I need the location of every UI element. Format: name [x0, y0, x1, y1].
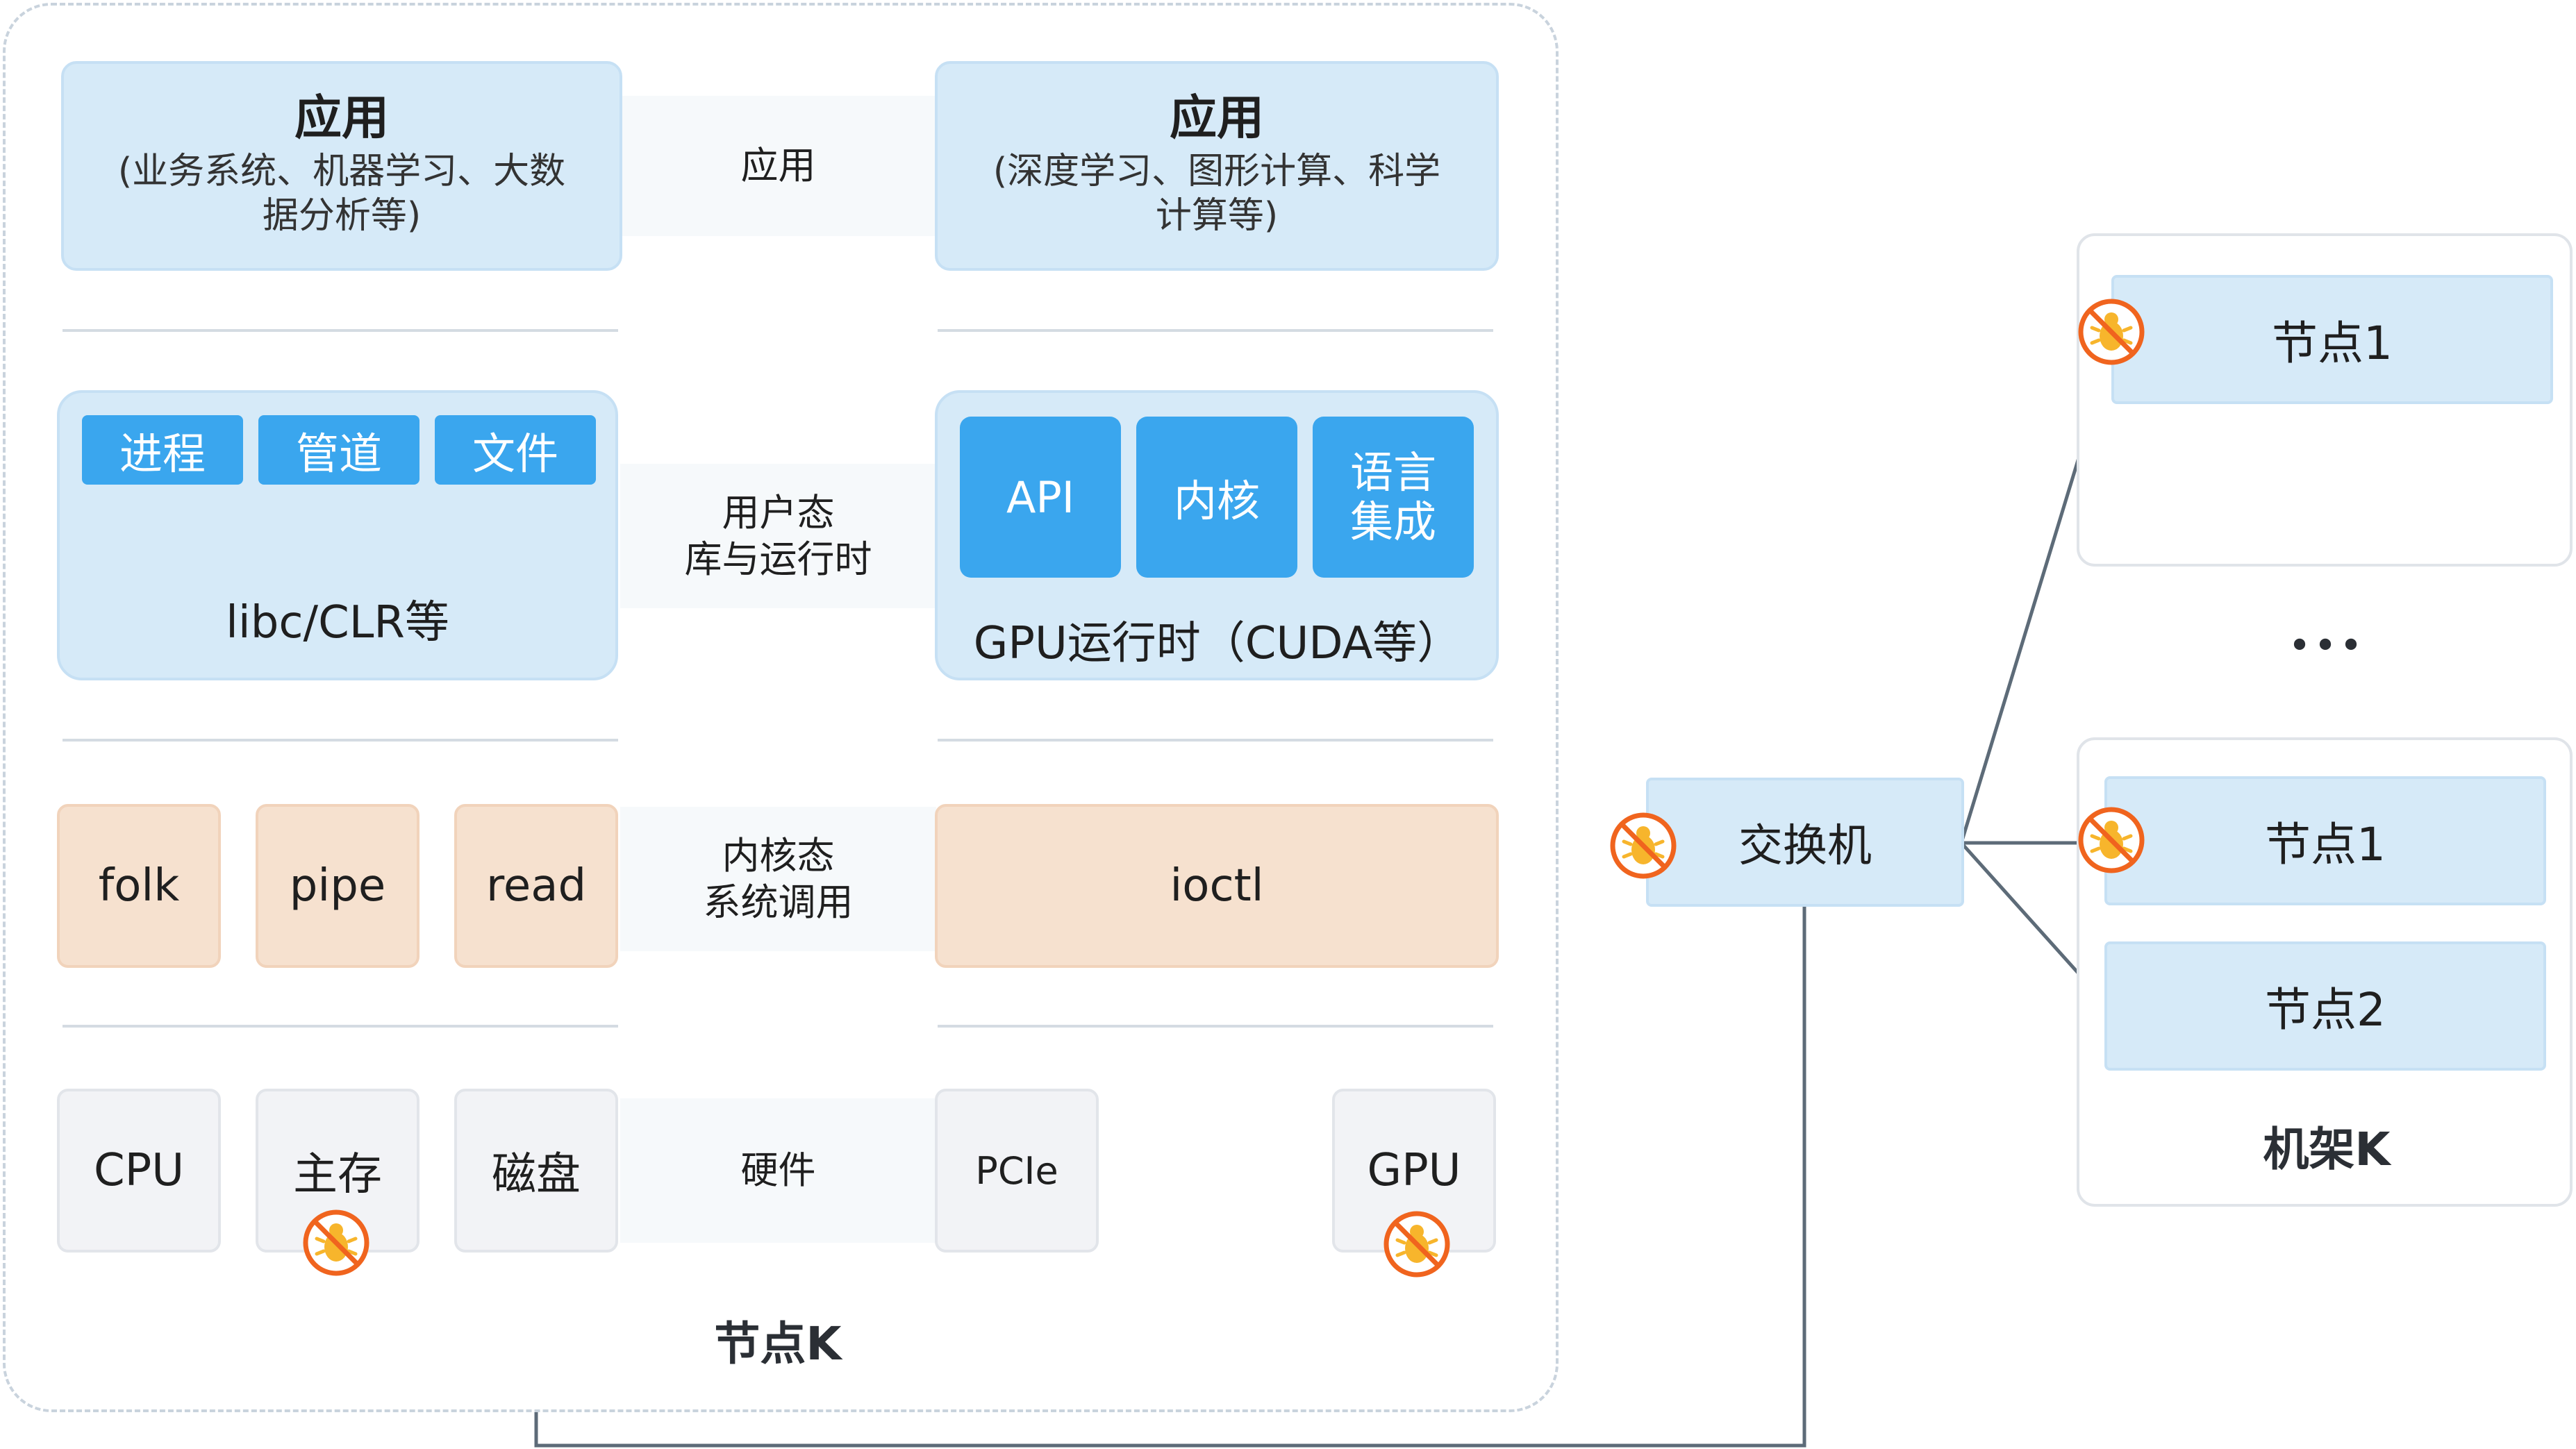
- app-box-gpu-title: 应用: [1169, 90, 1264, 146]
- band-hardware: 硬件: [620, 1098, 936, 1243]
- bug-prohibited-icon: [2078, 299, 2145, 365]
- node-k-caption: 节点K: [714, 1317, 842, 1371]
- rack-node-1: 节点1: [2104, 776, 2546, 905]
- switch-box: 交换机: [1646, 778, 1964, 907]
- bug-prohibited-icon: [303, 1209, 369, 1276]
- band-kernel-syscall-line1: 内核态: [722, 833, 835, 878]
- diagram-canvas: 应用 应用 (业务系统、机器学习、大数据分析等) 应用 (深度学习、图形计算、科…: [0, 0, 2576, 1449]
- band-kernel-syscall-line2: 系统调用: [703, 880, 854, 924]
- band-hardware-label: 硬件: [740, 1148, 816, 1193]
- hw-cpu: CPU: [57, 1089, 221, 1253]
- gpu-runtime-caption: GPU运行时（CUDA等）: [973, 618, 1462, 669]
- separator: [63, 739, 618, 742]
- bug-prohibited-icon: [1383, 1211, 1450, 1278]
- app-box-gpu: 应用 (深度学习、图形计算、科学计算等): [935, 61, 1499, 271]
- bug-prohibited-icon: [2078, 807, 2145, 873]
- tag-file: 文件: [435, 415, 596, 485]
- syscall-ioctl: ioctl: [935, 804, 1499, 968]
- band-user-runtime: 用户态 库与运行时: [620, 464, 936, 608]
- syscall-read: read: [454, 804, 618, 968]
- separator: [63, 1025, 618, 1028]
- libc-runtime-box: 进程 管道 文件 libc/CLR等: [57, 390, 618, 680]
- separator: [63, 329, 618, 332]
- separator: [938, 739, 1493, 742]
- separator: [938, 329, 1493, 332]
- syscall-pipe: pipe: [256, 804, 419, 968]
- app-box-business-title: 应用: [294, 90, 389, 146]
- app-box-gpu-subtitle: (深度学习、图形计算、科学计算等): [992, 151, 1441, 237]
- syscall-folk: folk: [57, 804, 221, 968]
- tag-language-integration: 语言集成: [1313, 417, 1474, 578]
- tag-api: API: [960, 417, 1121, 578]
- band-application-label: 应用: [740, 144, 816, 188]
- libc-runtime-caption: libc/CLR等: [226, 597, 449, 648]
- tag-kernel: 内核: [1136, 417, 1297, 578]
- tag-pipe: 管道: [258, 415, 419, 485]
- band-user-runtime-line2: 库与运行时: [684, 537, 872, 581]
- bug-prohibited-icon: [1610, 812, 1677, 879]
- band-application: 应用: [620, 96, 936, 236]
- tag-process: 进程: [82, 415, 243, 485]
- rack-ellipsis: •••: [2288, 623, 2366, 669]
- rack-node-2: 节点2: [2104, 941, 2546, 1071]
- hw-pcie: PCIe: [935, 1089, 1099, 1253]
- rack-k-caption: 机架K: [2263, 1123, 2391, 1176]
- rack-node-top: 节点1: [2111, 275, 2553, 404]
- band-kernel-syscall: 内核态 系统调用: [620, 807, 936, 951]
- app-box-business-subtitle: (业务系统、机器学习、大数据分析等): [117, 151, 566, 237]
- band-user-runtime-line1: 用户态: [722, 490, 835, 535]
- separator: [938, 1025, 1493, 1028]
- gpu-runtime-box: API 内核 语言集成 GPU运行时（CUDA等）: [935, 390, 1499, 680]
- hw-disk: 磁盘: [454, 1089, 618, 1253]
- app-box-business: 应用 (业务系统、机器学习、大数据分析等): [61, 61, 622, 271]
